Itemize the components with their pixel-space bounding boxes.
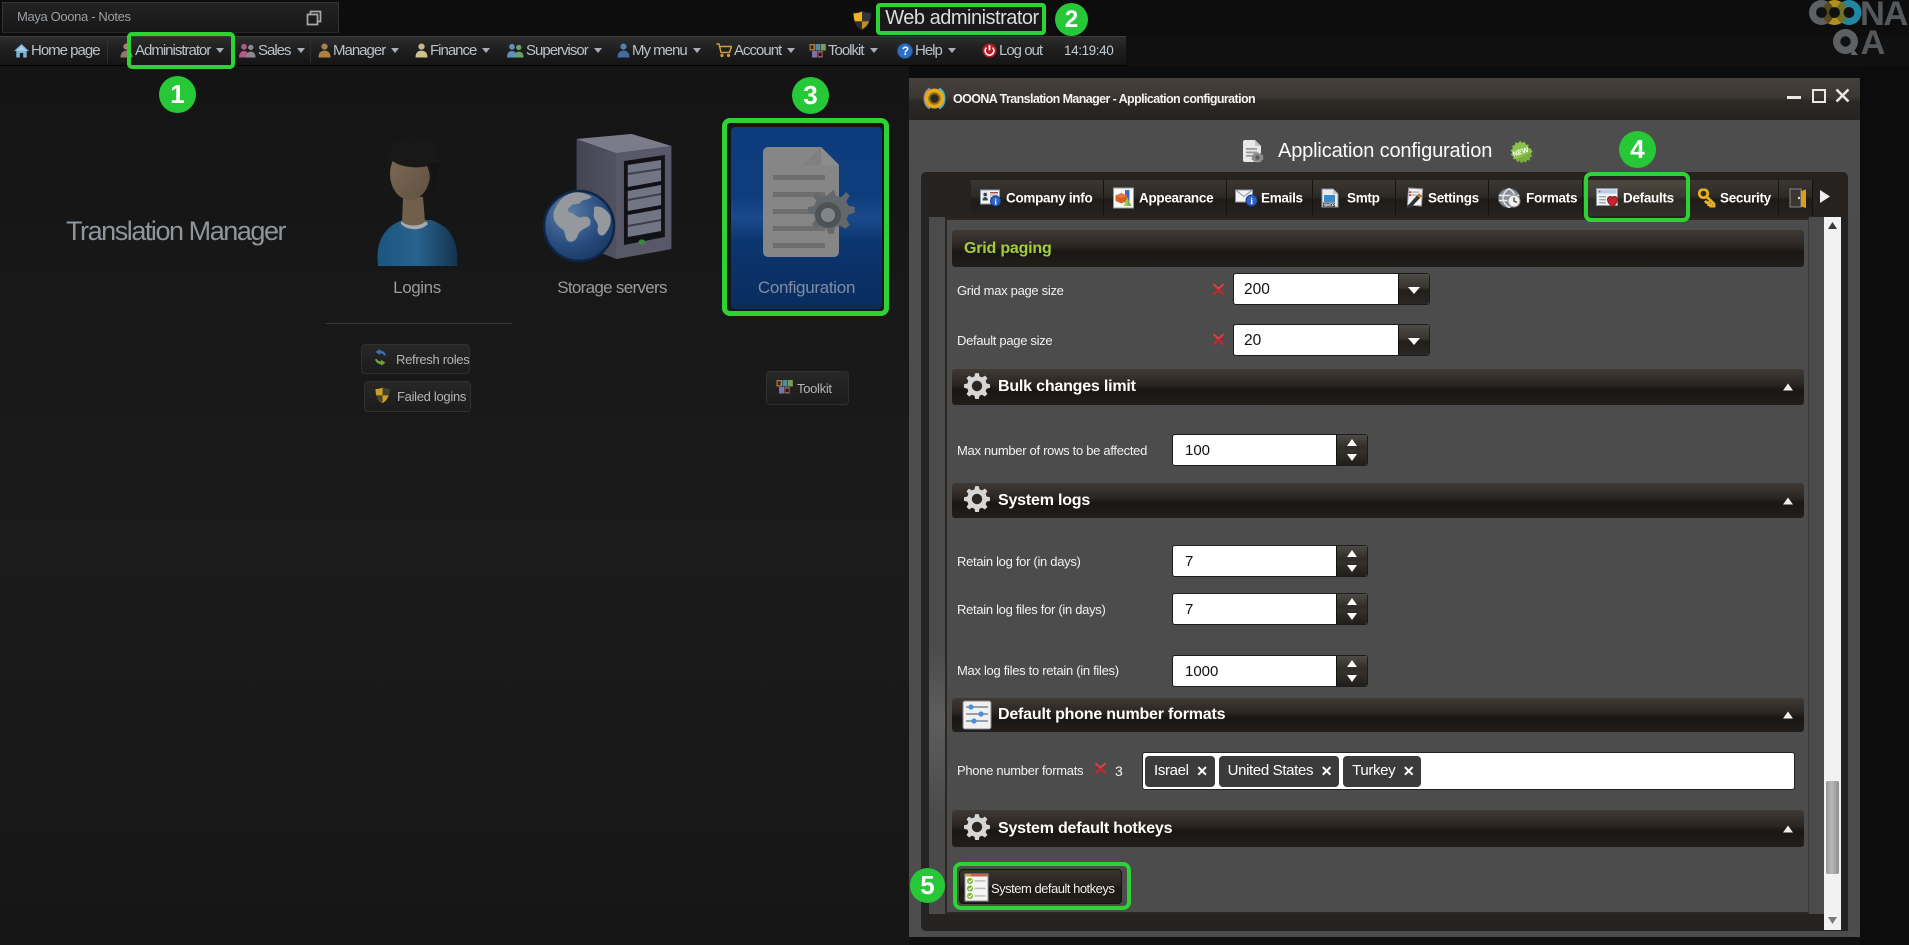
svg-text:?: ? [902,46,909,58]
svg-text:A: A [1861,24,1886,58]
svg-text:SMTP: SMTP [1324,202,1335,207]
